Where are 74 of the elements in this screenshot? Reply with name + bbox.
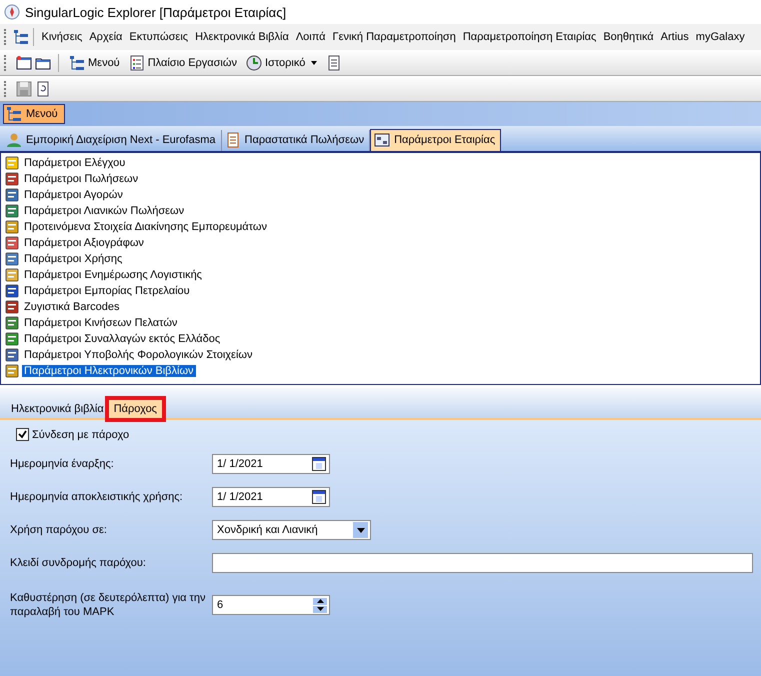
checkbox-label: Σύνδεση με πάροχο	[32, 428, 130, 440]
menu-item[interactable]: Εκτυπώσεις	[126, 29, 192, 45]
menu-item[interactable]: Λοιπά	[292, 29, 330, 45]
parameter-item[interactable]: Ζυγιστικά Barcodes	[22, 301, 122, 313]
parameter-item[interactable]: Παράμετροι Χρήσης	[22, 253, 124, 265]
list-icon	[128, 54, 145, 70]
field-label: Καθυστέρηση (σε δευτερόλεπτα) για την παραλαβή του ΜΑΡΚ	[10, 591, 207, 619]
parameter-item[interactable]: Παράμετροι Αγορών	[22, 189, 125, 201]
document-tab[interactable]: Παράμετροι Εταιρίας	[370, 129, 502, 151]
field-label: Ημερομηνία αποκλειστικής χρήσης:	[10, 490, 184, 504]
menu-button[interactable]: Μενού	[3, 104, 65, 124]
app-logo-icon	[4, 4, 20, 20]
parameter-icon	[4, 315, 20, 331]
spin-down-icon[interactable]	[313, 606, 327, 612]
menu-item[interactable]: Κινήσεις	[38, 29, 86, 45]
parameter-icon	[4, 347, 20, 363]
dropdown-field[interactable]: Χονδρική και Λιανική	[212, 520, 371, 540]
calendar-icon[interactable]	[312, 490, 326, 504]
parameter-item[interactable]: Παράμετροι Ενημέρωσης Λογιστικής	[22, 269, 204, 281]
parameter-item[interactable]: Παράμετροι Εμπορίας Πετρελαίου	[22, 285, 192, 297]
menu-item[interactable]: Ηλεκτρονικά Βιβλία	[192, 29, 292, 45]
parameter-icon	[4, 267, 20, 283]
tree-icon	[13, 29, 29, 45]
parameter-item[interactable]: Παράμετροι Ελέγχου	[22, 157, 128, 169]
new-window-icon[interactable]	[16, 54, 32, 70]
checkbox[interactable]	[16, 428, 29, 441]
toolbar-button[interactable]: Πλαίσιο Εργασιών	[126, 54, 240, 72]
menu-item[interactable]: myGalaxy	[692, 29, 748, 45]
parameter-icon	[4, 331, 20, 347]
toolbar-button[interactable]: Μενού	[66, 54, 123, 72]
field-label: Ημερομηνία έναρξης:	[10, 457, 115, 471]
parameter-icon	[4, 363, 20, 379]
parameter-icon	[4, 187, 20, 203]
document-tab[interactable]: Εμπορική Διαχείριση Next - Eurofasma	[3, 130, 222, 151]
parameter-icon	[4, 203, 20, 219]
menu-item[interactable]: Artius	[657, 29, 692, 45]
form-icon[interactable]	[326, 54, 342, 70]
input-field[interactable]	[212, 553, 753, 573]
sub-tab[interactable]: Πάροχος	[108, 400, 162, 418]
window-title: SingularLogic Explorer [Παράμετροι Εταιρίας]	[25, 4, 286, 20]
parameter-icon	[4, 171, 20, 187]
parameter-item[interactable]: Παράμετροι Υποβολής Φορολογικών Στοιχείων	[22, 349, 254, 361]
parameter-item[interactable]: Παράμετροι Λιανικών Πωλήσεων	[22, 205, 186, 217]
parameter-item[interactable]: Παράμετροι Συναλλαγών εκτός Ελλάδος	[22, 333, 222, 345]
toolbar-button[interactable]: Ιστορικό	[242, 54, 324, 72]
parameter-icon	[4, 251, 20, 267]
parameter-item[interactable]: Προτεινόμενα Στοιχεία Διακίνησης Εμπορευμάτων	[22, 221, 269, 233]
spin-up-icon[interactable]	[313, 598, 327, 604]
parameter-icon	[4, 283, 20, 299]
parameter-item[interactable]: Παράμετροι Ηλεκτρονικών Βιβλίων	[22, 365, 196, 377]
menu-item[interactable]: Παραμετροποίηση Εταιρίας	[459, 29, 600, 45]
clock-icon	[246, 54, 262, 70]
tree-icon	[69, 54, 85, 70]
parameter-item[interactable]: Παράμετροι Κινήσεων Πελατών	[22, 317, 180, 329]
date-field[interactable]: 1/ 1/2021	[212, 487, 330, 507]
refresh-icon[interactable]	[35, 80, 51, 96]
menu-item[interactable]: Αρχεία	[86, 29, 126, 45]
menu-item[interactable]: Βοηθητικά	[600, 29, 658, 45]
parameter-icon	[4, 235, 20, 251]
field-label: Χρήση παρόχου σε:	[10, 523, 108, 537]
parameter-icon	[4, 299, 20, 315]
document-icon	[224, 132, 241, 148]
calendar-icon[interactable]	[312, 457, 326, 471]
sub-tab[interactable]: Ηλεκτρονικά βιβλία	[6, 400, 109, 418]
field-label: Κλειδί συνδρομής παρόχου:	[10, 556, 147, 570]
tree-icon	[6, 106, 22, 122]
spin-field[interactable]: 6	[212, 595, 330, 615]
user-icon	[6, 132, 22, 148]
parameter-icon	[4, 219, 20, 235]
date-field[interactable]: 1/ 1/2021	[212, 454, 330, 474]
menu-item[interactable]: Γενική Παραμετροποίηση	[329, 29, 460, 45]
parameter-item[interactable]: Παράμετροι Πωλήσεων	[22, 173, 140, 185]
parameter-icon	[4, 155, 20, 171]
parameter-item[interactable]: Παράμετροι Αξιογράφων	[22, 237, 146, 249]
